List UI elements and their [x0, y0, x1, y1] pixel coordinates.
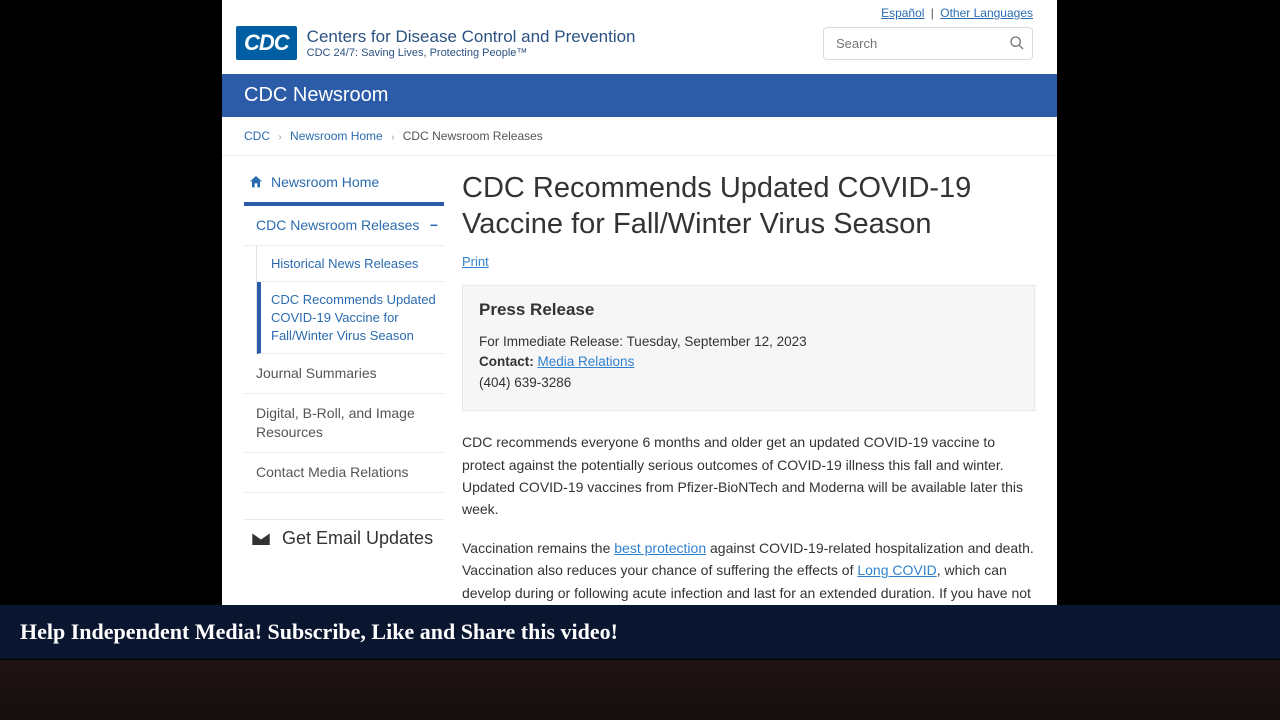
contact-phone: (404) 639-3286: [479, 373, 1018, 394]
sidebar-item-contact[interactable]: Contact Media Relations: [244, 453, 444, 493]
sidebar-subitem-current-article[interactable]: CDC Recommends Updated COVID-19 Vaccine …: [257, 282, 444, 354]
sidebar-home-link[interactable]: Newsroom Home: [244, 164, 444, 202]
sidebar-item-label: Digital, B-Roll, and Image Resources: [256, 404, 438, 442]
sidebar-subitem-historical[interactable]: Historical News Releases: [257, 246, 444, 283]
video-caption-overlay: Help Independent Media! Subscribe, Like …: [0, 605, 1280, 659]
webpage-viewport: Español | Other Languages CDC Centers fo…: [222, 0, 1057, 605]
link-espanol[interactable]: Español: [881, 6, 924, 20]
search-icon[interactable]: [1009, 35, 1025, 51]
brand-name: Centers for Disease Control and Preventi…: [307, 27, 636, 47]
crumb-newsroom-home[interactable]: Newsroom Home: [290, 129, 383, 143]
brand-text: Centers for Disease Control and Preventi…: [307, 27, 636, 59]
article-main: CDC Recommends Updated COVID-19 Vaccine …: [462, 164, 1035, 605]
home-icon: [248, 174, 264, 190]
article-paragraph: CDC recommends everyone 6 months and old…: [462, 431, 1035, 521]
media-relations-link[interactable]: Media Relations: [538, 354, 635, 369]
video-lower-strip: [0, 660, 1280, 720]
chevron-right-icon: ›: [278, 132, 281, 143]
article-paragraph: Vaccination remains the best protection …: [462, 537, 1035, 605]
content-row: Newsroom Home CDC Newsroom Releases − Hi…: [222, 156, 1057, 605]
collapse-icon[interactable]: −: [430, 216, 438, 235]
email-updates-label: Get Email Updates: [282, 528, 433, 549]
sidebar-item-label: CDC Newsroom Releases: [256, 216, 419, 235]
press-release-box: Press Release For Immediate Release: Tue…: [462, 285, 1035, 412]
sidebar-item-label: Journal Summaries: [256, 364, 377, 383]
text-run: Vaccination remains the: [462, 540, 614, 556]
press-release-heading: Press Release: [479, 300, 1018, 320]
sidebar-home-label: Newsroom Home: [271, 174, 379, 190]
crumb-current: CDC Newsroom Releases: [403, 129, 543, 143]
left-sidebar: Newsroom Home CDC Newsroom Releases − Hi…: [244, 164, 444, 605]
breadcrumb: CDC › Newsroom Home › CDC Newsroom Relea…: [222, 117, 1057, 156]
link-long-covid[interactable]: Long COVID: [857, 562, 936, 578]
crumb-root[interactable]: CDC: [244, 129, 270, 143]
email-updates-box[interactable]: Get Email Updates: [244, 519, 444, 558]
link-other-languages[interactable]: Other Languages: [940, 6, 1033, 20]
section-title: CDC Newsroom: [244, 84, 388, 106]
print-link[interactable]: Print: [462, 254, 489, 269]
language-links: Español | Other Languages: [222, 0, 1057, 22]
sidebar-sublist: Historical News Releases CDC Recommends …: [256, 246, 444, 354]
brand-tagline: CDC 24/7: Saving Lives, Protecting Peopl…: [307, 47, 636, 59]
sidebar-item-digital[interactable]: Digital, B-Roll, and Image Resources: [244, 394, 444, 453]
sidebar-item-releases[interactable]: CDC Newsroom Releases −: [244, 206, 444, 246]
envelope-icon: [250, 528, 272, 550]
chevron-right-icon: ›: [391, 132, 394, 143]
release-date-line: For Immediate Release: Tuesday, Septembe…: [479, 332, 1018, 353]
sidebar-item-journal[interactable]: Journal Summaries: [244, 354, 444, 394]
article-body: CDC recommends everyone 6 months and old…: [462, 431, 1035, 605]
contact-label: Contact:: [479, 354, 534, 369]
search-container: [823, 27, 1033, 60]
article-title: CDC Recommends Updated COVID-19 Vaccine …: [462, 170, 1035, 243]
site-header: CDC Centers for Disease Control and Prev…: [222, 22, 1057, 74]
link-best-protection[interactable]: best protection: [614, 540, 706, 556]
brand[interactable]: CDC Centers for Disease Control and Prev…: [236, 26, 636, 60]
search-input[interactable]: [823, 27, 1033, 60]
caption-text: Help Independent Media! Subscribe, Like …: [20, 619, 618, 644]
cdc-logo: CDC: [236, 26, 297, 60]
press-release-meta: For Immediate Release: Tuesday, Septembe…: [479, 332, 1018, 395]
sidebar-item-label: Contact Media Relations: [256, 463, 409, 482]
separator: |: [931, 6, 934, 20]
section-title-bar: CDC Newsroom: [222, 74, 1057, 117]
